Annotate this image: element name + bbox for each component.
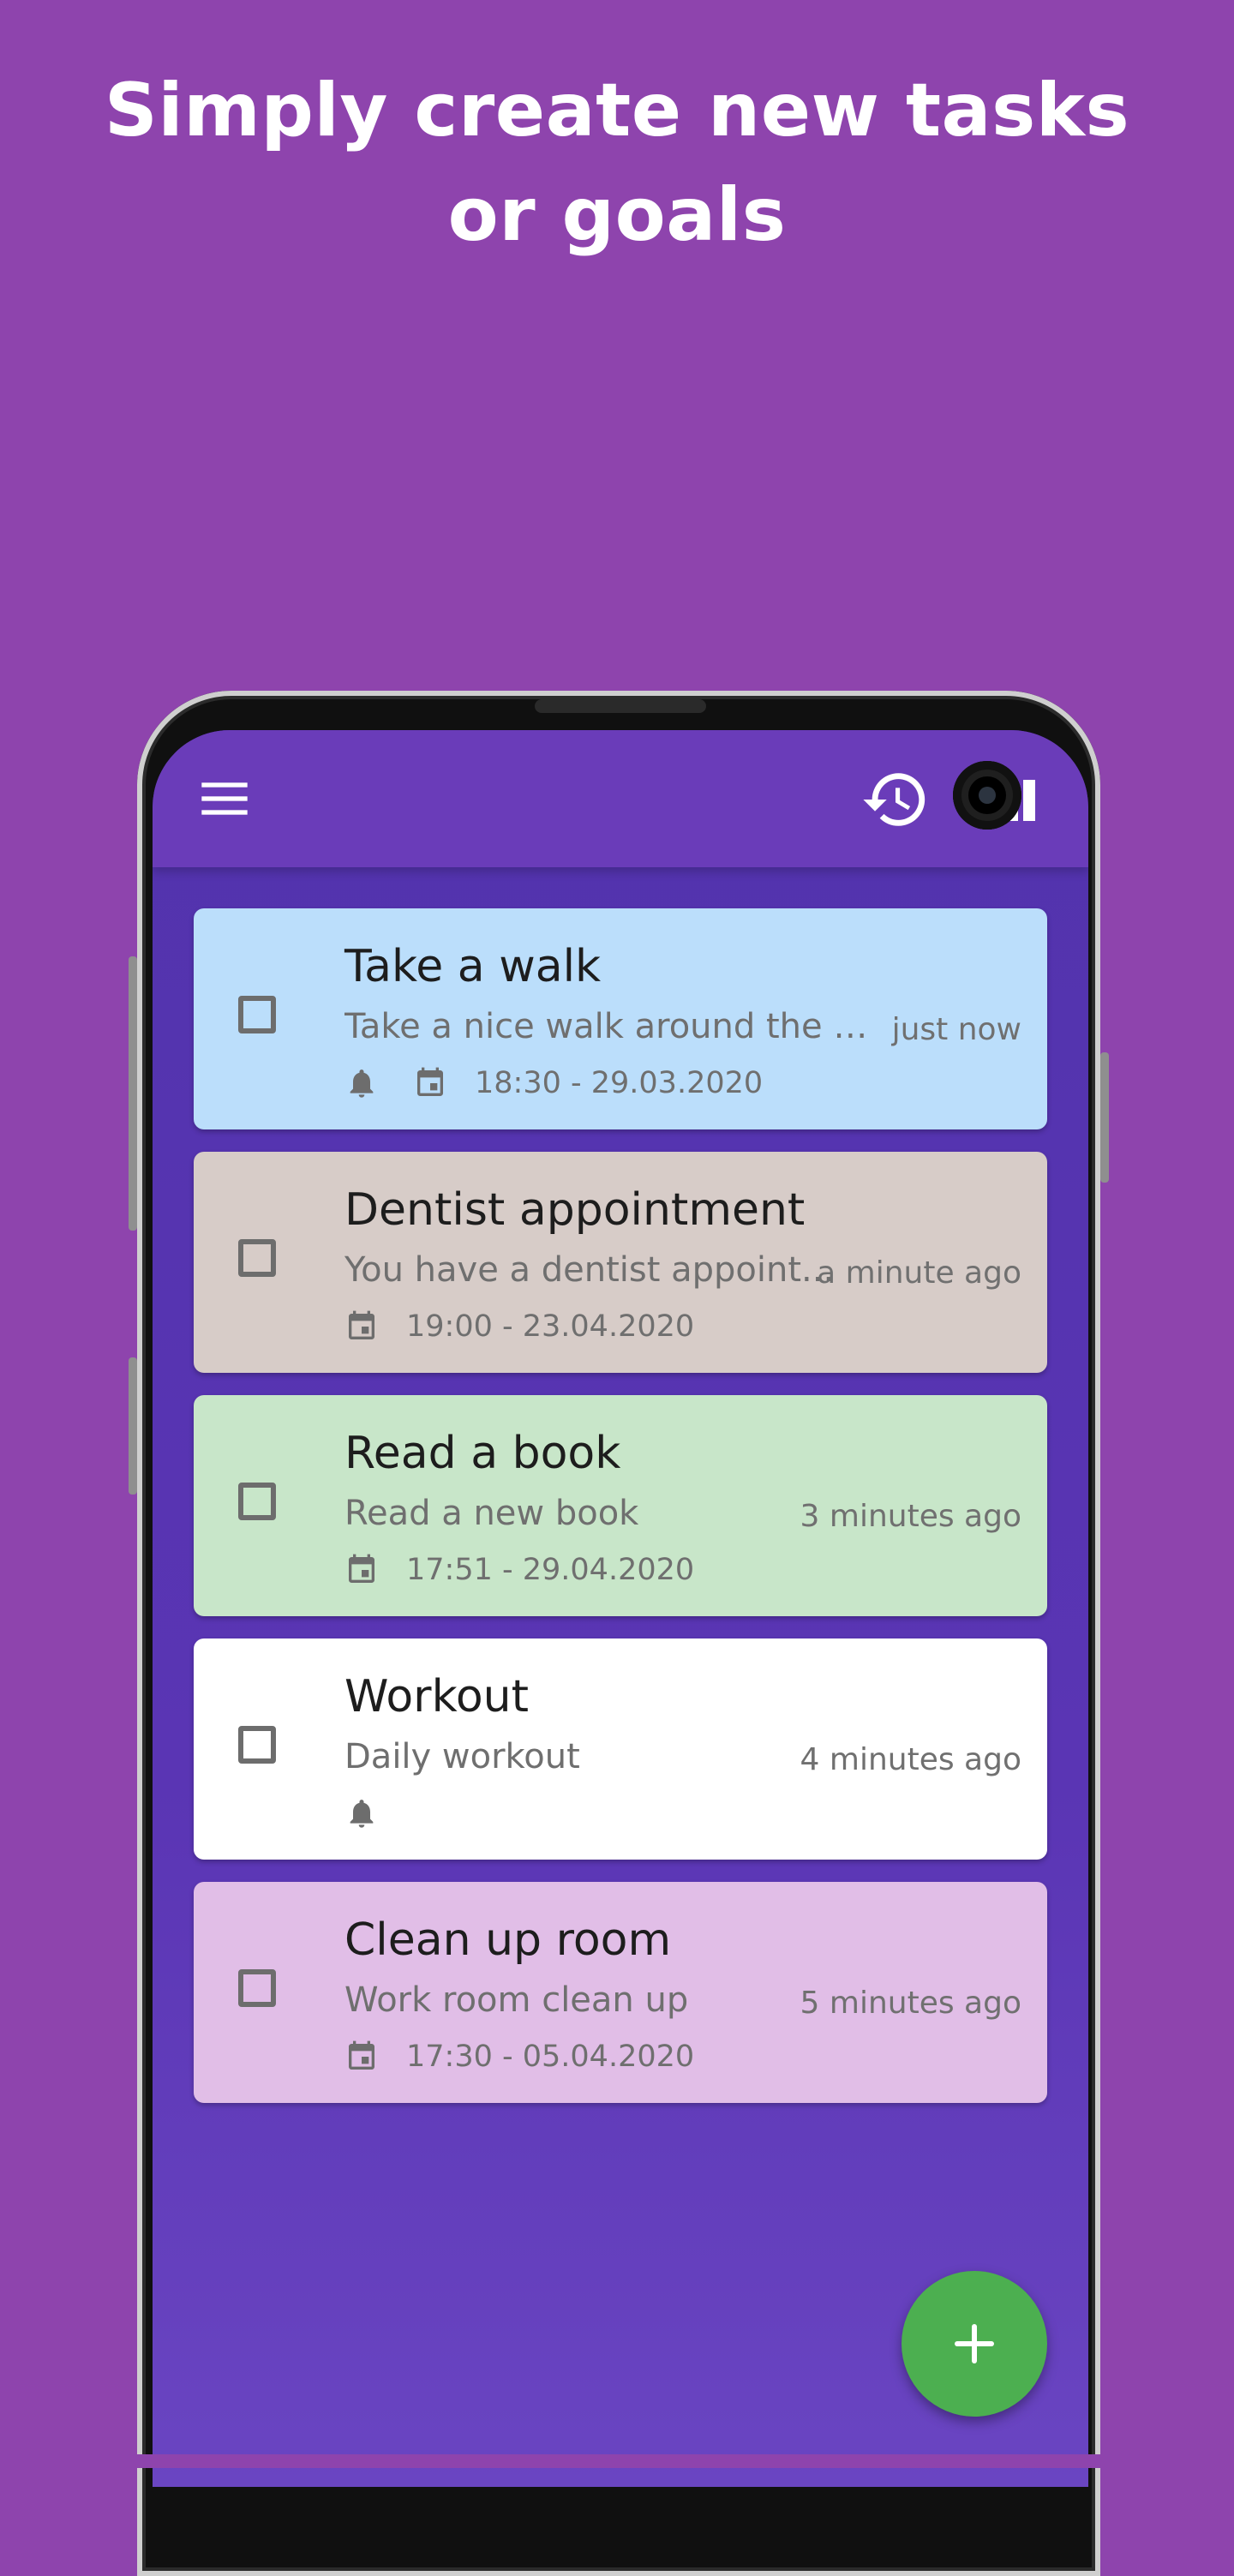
task-title: Dentist appointment — [344, 1184, 806, 1236]
task-checkbox[interactable] — [238, 1239, 276, 1277]
front-camera — [953, 761, 1021, 830]
calendar-icon — [349, 2040, 374, 2070]
phone-speaker — [535, 699, 706, 713]
task-card[interactable]: Dentist appointment You have a dentist a… — [194, 1152, 1047, 1373]
task-card[interactable]: Take a walk Take a nice walk around the … — [194, 908, 1047, 1129]
task-card[interactable]: Clean up room Work room clean up 5 minut… — [194, 1882, 1047, 2103]
task-description: Work room clean up — [344, 1980, 689, 2020]
task-created-time: 4 minutes ago — [800, 1742, 1021, 1777]
app-bar — [153, 730, 1088, 867]
phone-side-button — [1100, 1052, 1109, 1183]
calendar-icon — [417, 1067, 443, 1096]
phone-side-button — [129, 1357, 137, 1495]
bell-icon — [350, 1069, 374, 1098]
phone-side-button — [129, 956, 137, 1231]
task-meta: 17:30 - 05.04.2020 — [344, 2036, 694, 2077]
task-created-time: 3 minutes ago — [800, 1499, 1021, 1534]
bell-icon — [350, 1800, 374, 1828]
task-date: 17:30 - 05.04.2020 — [406, 2040, 695, 2074]
calendar-icon — [349, 1554, 374, 1583]
task-created-time: just now — [891, 1012, 1021, 1047]
history-icon[interactable] — [860, 764, 931, 835]
task-description: Take a nice walk around the ne... — [344, 1007, 876, 1046]
app-screen: Take a walk Take a nice walk around the … — [153, 730, 1088, 2487]
task-date: 19:00 - 23.04.2020 — [406, 1309, 695, 1344]
task-title: Read a book — [344, 1428, 621, 1479]
task-checkbox[interactable] — [238, 1726, 276, 1764]
task-checkbox[interactable] — [238, 1483, 276, 1520]
task-meta — [344, 1793, 413, 1834]
bottom-strip — [0, 2454, 1234, 2468]
task-date: 17:51 - 29.04.2020 — [406, 1553, 695, 1587]
task-title: Workout — [344, 1671, 529, 1722]
task-meta: 19:00 - 23.04.2020 — [344, 1306, 694, 1347]
task-list: Take a walk Take a nice walk around the … — [194, 908, 1047, 2125]
task-card[interactable]: Read a book Read a new book 3 minutes ag… — [194, 1395, 1047, 1616]
task-card[interactable]: Workout Daily workout 4 minutes ago — [194, 1638, 1047, 1860]
task-date: 18:30 - 29.03.2020 — [475, 1066, 764, 1100]
task-meta: 18:30 - 29.03.2020 — [344, 1063, 763, 1104]
task-created-time: 5 minutes ago — [800, 1986, 1021, 2021]
task-description: Read a new book — [344, 1494, 639, 1533]
hamburger-menu-icon[interactable] — [197, 771, 252, 826]
task-title: Clean up room — [344, 1914, 672, 1966]
task-description: Daily workout — [344, 1737, 580, 1776]
task-checkbox[interactable] — [238, 996, 276, 1033]
task-description: You have a dentist appoint... — [344, 1250, 835, 1290]
task-title: Take a walk — [344, 941, 602, 992]
calendar-icon — [349, 1310, 374, 1339]
task-meta: 17:51 - 29.04.2020 — [344, 1549, 694, 1591]
task-checkbox[interactable] — [238, 1969, 276, 2007]
task-created-time: a minute ago — [817, 1255, 1021, 1291]
headline: Simply create new tasks or goals — [104, 68, 1130, 258]
add-task-button[interactable] — [902, 2271, 1047, 2417]
